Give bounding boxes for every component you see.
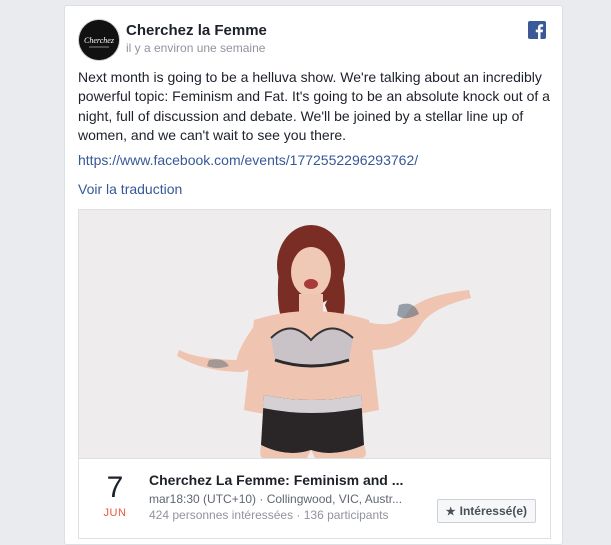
facebook-icon [528, 21, 546, 39]
event-attendance: 424 personnes intéressées · 136 particip… [149, 508, 389, 522]
post-timestamp[interactable]: il y a environ une semaine [126, 41, 265, 55]
avatar-logo-text: Cherchez [84, 36, 115, 45]
star-icon: ★ [445, 505, 456, 518]
event-date-day: 7 [106, 471, 124, 504]
event-cover-photo[interactable] [79, 210, 550, 458]
event-link[interactable]: https://www.facebook.com/events/17725522… [78, 152, 418, 168]
page-name[interactable]: Cherchez la Femme [126, 22, 267, 39]
interested-button-label: Intéressé(e) [459, 504, 527, 518]
see-translation-link[interactable]: Voir la traduction [78, 181, 182, 197]
post-text: Next month is going to be a helluva show… [78, 69, 550, 144]
event-details: 7 JUN Cherchez La Femme: Feminism and ..… [79, 458, 550, 538]
event-title[interactable]: Cherchez La Femme: Feminism and ... [149, 472, 419, 488]
page-avatar[interactable]: Cherchez [79, 20, 119, 60]
interested-button[interactable]: ★ Intéressé(e) [436, 499, 536, 523]
page: Cherchez Cherchez la Femme il y a enviro… [0, 0, 611, 545]
post-card: Cherchez Cherchez la Femme il y a enviro… [64, 5, 563, 545]
event-attachment[interactable]: 7 JUN Cherchez La Femme: Feminism and ..… [78, 209, 551, 539]
event-date-month: JUN [103, 507, 127, 519]
event-time-location: mar18:30 (UTC+10) · Collingwood, VIC, Au… [149, 492, 403, 506]
